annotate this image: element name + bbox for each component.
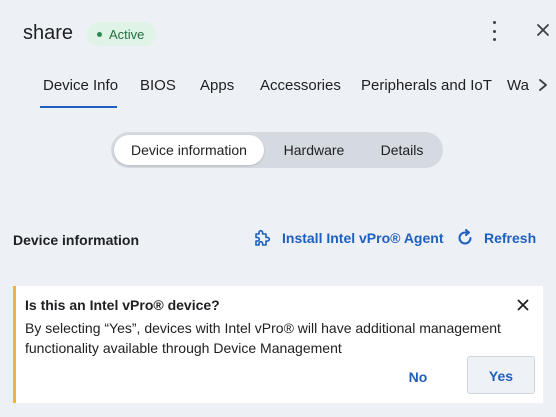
segment-details[interactable]: Details bbox=[367, 135, 437, 165]
close-icon[interactable] bbox=[535, 22, 551, 38]
puzzle-icon bbox=[255, 229, 271, 246]
install-agent-button[interactable]: Install Intel vPro® Agent bbox=[252, 228, 444, 248]
install-agent-label: Install Intel vPro® Agent bbox=[282, 230, 444, 246]
tab-device-info[interactable]: Device Info bbox=[43, 77, 118, 94]
vpro-prompt-banner: Is this an Intel vPro® device? By select… bbox=[13, 286, 543, 403]
segment-device-information[interactable]: Device information bbox=[114, 135, 264, 165]
device-panel: share Active Device Info BIOS Apps Acces… bbox=[0, 0, 556, 417]
tab-bar: Device Info BIOS Apps Accessories Periph… bbox=[0, 72, 530, 110]
banner-title: Is this an Intel vPro® device? bbox=[25, 297, 220, 313]
banner-message: By selecting “Yes”, devices with Intel v… bbox=[25, 320, 501, 356]
close-icon[interactable] bbox=[516, 298, 530, 312]
tab-bios[interactable]: BIOS bbox=[140, 77, 176, 94]
chevron-right-icon[interactable] bbox=[536, 77, 550, 93]
tab-warranty[interactable]: Wa bbox=[507, 77, 529, 94]
yes-button[interactable]: Yes bbox=[467, 356, 535, 394]
tab-accessories[interactable]: Accessories bbox=[260, 77, 341, 94]
tab-peripherals-and-iot[interactable]: Peripherals and IoT bbox=[361, 77, 492, 94]
active-tab-indicator bbox=[40, 106, 117, 108]
refresh-button[interactable]: Refresh bbox=[456, 228, 536, 248]
view-segmented-control: Device information Hardware Details bbox=[111, 132, 443, 168]
refresh-label: Refresh bbox=[484, 230, 537, 246]
status-badge: Active bbox=[87, 22, 157, 46]
refresh-icon bbox=[458, 229, 472, 245]
tab-apps[interactable]: Apps bbox=[200, 77, 234, 94]
status-badge-label: Active bbox=[109, 26, 145, 42]
page-title: share bbox=[23, 22, 74, 44]
status-dot-icon bbox=[97, 31, 102, 37]
section-title: Device information bbox=[13, 232, 140, 248]
segment-hardware[interactable]: Hardware bbox=[271, 135, 357, 165]
no-button[interactable]: No bbox=[392, 362, 444, 392]
more-options-icon[interactable] bbox=[486, 20, 502, 42]
